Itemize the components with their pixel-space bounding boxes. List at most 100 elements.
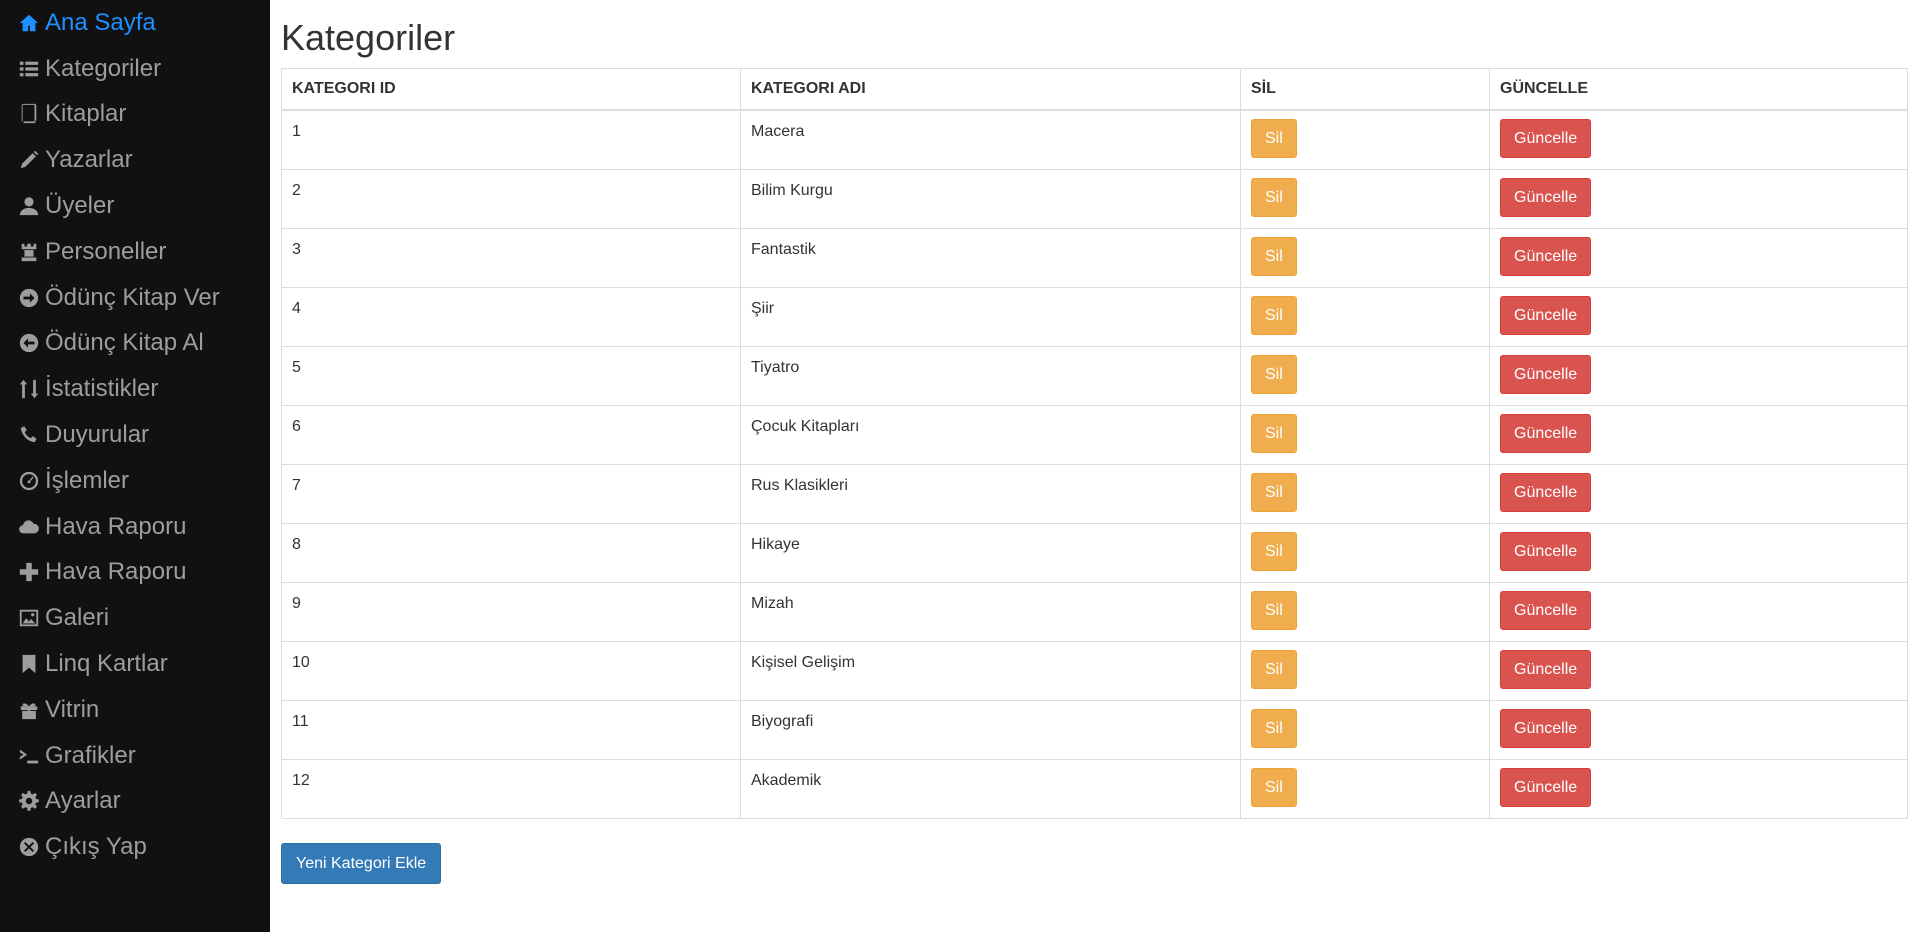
delete-cell: Sil: [1240, 463, 1490, 524]
phone-icon: [17, 423, 41, 447]
delete-button[interactable]: Sil: [1251, 295, 1297, 335]
sidebar-item-11[interactable]: İşlemler: [0, 458, 270, 504]
update-cell: Güncelle: [1489, 168, 1908, 229]
delete-button[interactable]: Sil: [1251, 708, 1297, 748]
sidebar-item-label: Kategoriler: [45, 54, 162, 82]
update-button[interactable]: Güncelle: [1500, 413, 1592, 453]
update-cell: Güncelle: [1489, 227, 1908, 288]
sidebar-item-8[interactable]: Ödünç Kitap Al: [0, 321, 270, 367]
delete-cell: Sil: [1240, 109, 1490, 170]
update-cell: Güncelle: [1489, 581, 1908, 642]
book-icon: [17, 102, 41, 126]
delete-button[interactable]: Sil: [1251, 354, 1297, 394]
delete-cell: Sil: [1240, 640, 1490, 701]
update-cell: Güncelle: [1489, 109, 1908, 170]
update-button[interactable]: Güncelle: [1500, 472, 1592, 512]
sidebar-item-label: Hava Raporu: [45, 512, 187, 540]
table-body: 1 Macera Sil Güncelle 2 Bilim Kurgu Sil Güncell…: [281, 109, 1908, 819]
add-category-button[interactable]: Yeni Kategori Ekle: [281, 842, 442, 884]
update-button[interactable]: Güncelle: [1500, 118, 1592, 158]
sidebar-item-12[interactable]: Hava Raporu: [0, 504, 270, 550]
sidebar-item-7[interactable]: Ödünç Kitap Ver: [0, 275, 270, 321]
table-header-row: KATEGORI ID KATEGORI ADI SİL GÜNCELLE: [281, 67, 1908, 111]
pencil-icon: [17, 148, 41, 172]
update-button[interactable]: Güncelle: [1500, 649, 1592, 689]
category-id-cell: 1: [281, 109, 741, 170]
update-cell: Güncelle: [1489, 640, 1908, 701]
sidebar-item-5[interactable]: Üyeler: [0, 183, 270, 229]
sidebar-item-9[interactable]: İstatistikler: [0, 366, 270, 412]
update-cell: Güncelle: [1489, 699, 1908, 760]
category-name-cell: Tiyatro: [740, 345, 1241, 406]
category-id-cell: 6: [281, 404, 741, 465]
dashboard-icon: [17, 469, 41, 493]
table-row: 1 Macera Sil Güncelle: [281, 109, 1908, 170]
sidebar-item-18[interactable]: Ayarlar: [0, 779, 270, 825]
sidebar-item-13[interactable]: Hava Raporu: [0, 550, 270, 596]
category-id-cell: 8: [281, 522, 741, 583]
sidebar-item-4[interactable]: Yazarlar: [0, 137, 270, 183]
category-name-cell: Çocuk Kitapları: [740, 404, 1241, 465]
category-name-cell: Rus Klasikleri: [740, 463, 1241, 524]
sidebar-item-2[interactable]: Kategoriler: [0, 46, 270, 92]
category-id-cell: 7: [281, 463, 741, 524]
sidebar-item-6[interactable]: Personeller: [0, 229, 270, 275]
sidebar-item-label: Vitrin: [45, 695, 100, 723]
update-button[interactable]: Güncelle: [1500, 177, 1592, 217]
update-button[interactable]: Güncelle: [1500, 295, 1592, 335]
main-content: Kategoriler KATEGORI ID KATEGORI ADI SİL…: [281, 0, 1908, 884]
sidebar-item-14[interactable]: Galeri: [0, 595, 270, 641]
sidebar-item-10[interactable]: Duyurular: [0, 412, 270, 458]
category-name-cell: Şiir: [740, 286, 1241, 347]
user-icon: [17, 194, 41, 218]
table-row: 12 Akademik Sil Güncelle: [281, 758, 1908, 819]
sidebar-item-16[interactable]: Vitrin: [0, 687, 270, 733]
sidebar-item-3[interactable]: Kitaplar: [0, 92, 270, 138]
update-button[interactable]: Güncelle: [1500, 236, 1592, 276]
categories-table: KATEGORI ID KATEGORI ADI SİL GÜNCELLE 1M…: [281, 67, 1908, 819]
sidebar-item-label: Hava Raporu: [45, 558, 187, 586]
home-icon: [17, 11, 41, 35]
update-button[interactable]: Güncelle: [1500, 708, 1592, 748]
delete-button[interactable]: Sil: [1251, 767, 1297, 807]
category-name-cell: Macera: [740, 109, 1241, 170]
table-row: 6 Çocuk Kitapları Sil Güncelle: [281, 404, 1908, 465]
sidebar-item-19[interactable]: Çıkış Yap: [0, 824, 270, 870]
cloud-icon: [17, 515, 41, 539]
sidebar-item-label: Ayarlar: [45, 787, 121, 815]
table-row: 2 Bilim Kurgu Sil Güncelle: [281, 168, 1908, 229]
sidebar-item-1[interactable]: Ana Sayfa: [0, 0, 270, 46]
sidebar-item-label: Üyeler: [45, 192, 115, 220]
delete-cell: Sil: [1240, 404, 1490, 465]
delete-button[interactable]: Sil: [1251, 472, 1297, 512]
console-icon: [17, 744, 41, 768]
delete-button[interactable]: Sil: [1251, 531, 1297, 571]
delete-button[interactable]: Sil: [1251, 590, 1297, 630]
cog-icon: [17, 789, 41, 813]
update-button[interactable]: Güncelle: [1500, 590, 1592, 630]
sidebar-item-label: Ana Sayfa: [45, 8, 156, 36]
delete-button[interactable]: Sil: [1251, 118, 1297, 158]
update-cell: Güncelle: [1489, 404, 1908, 465]
update-button[interactable]: Güncelle: [1500, 354, 1592, 394]
update-button[interactable]: Güncelle: [1500, 767, 1592, 807]
update-button[interactable]: Güncelle: [1500, 531, 1592, 571]
update-cell: Güncelle: [1489, 345, 1908, 406]
gift-icon: [17, 698, 41, 722]
delete-button[interactable]: Sil: [1251, 236, 1297, 276]
page-title: Kategoriler: [281, 17, 456, 58]
update-cell: Güncelle: [1489, 758, 1908, 819]
sort-icon: [17, 377, 41, 401]
sidebar-item-label: Ödünç Kitap Al: [45, 329, 204, 357]
update-cell: Güncelle: [1489, 463, 1908, 524]
update-cell: Güncelle: [1489, 286, 1908, 347]
category-id-cell: 9: [281, 581, 741, 642]
table-row: 10 Kişisel Gelişim Sil Güncelle: [281, 640, 1908, 701]
category-name-cell: Fantastik: [740, 227, 1241, 288]
sidebar-item-15[interactable]: Linq Kartlar: [0, 641, 270, 687]
sidebar-item-17[interactable]: Grafikler: [0, 733, 270, 779]
category-id-cell: 10: [281, 640, 741, 701]
delete-button[interactable]: Sil: [1251, 177, 1297, 217]
delete-button[interactable]: Sil: [1251, 413, 1297, 453]
delete-button[interactable]: Sil: [1251, 649, 1297, 689]
